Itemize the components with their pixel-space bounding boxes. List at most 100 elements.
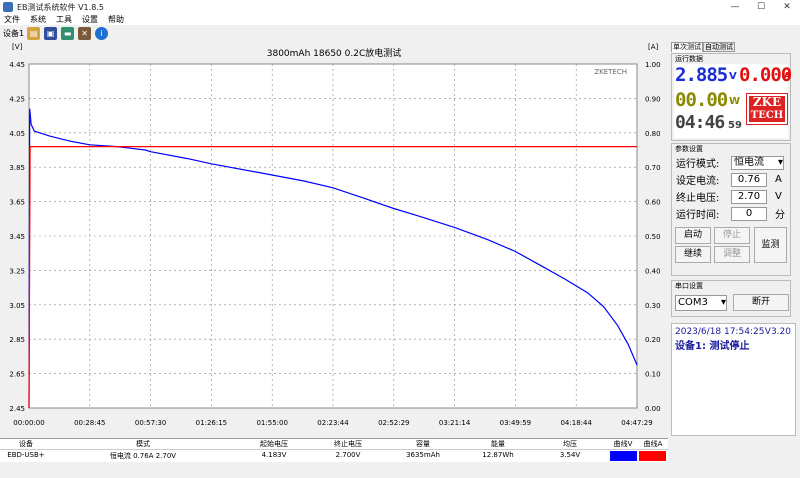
cutoff-input[interactable]: 2.70 xyxy=(731,189,767,204)
current-input[interactable]: 0.76 xyxy=(731,172,767,187)
horizontal-scrollbar[interactable] xyxy=(0,462,800,478)
x-tick-label: 02:52:29 xyxy=(378,419,409,427)
col-energy: 能量 xyxy=(491,440,505,448)
stop-button[interactable]: 停止 xyxy=(714,227,750,244)
voltage-value: 2.885 xyxy=(675,64,728,86)
params-title: 参数设置 xyxy=(675,145,703,153)
cutoff-label: 终止电压: xyxy=(676,193,720,204)
x-tick-label: 02:23:44 xyxy=(317,419,349,427)
logo-line2: TECH xyxy=(750,110,784,121)
elapsed-seconds: 59 xyxy=(728,120,742,131)
y-tick-label: 2.65 xyxy=(9,371,25,379)
current-label: 设定电流: xyxy=(676,176,720,187)
mode-select[interactable]: 恒电流 ▾ xyxy=(731,155,784,170)
curve-v-swatch[interactable] xyxy=(610,451,637,461)
y-tick-label: 2.45 xyxy=(9,405,25,413)
current-unit-label: A xyxy=(775,174,782,185)
port-select[interactable]: COM3 ▾ xyxy=(675,294,727,311)
cell-mode: 恒电流 0.76A 2.70V xyxy=(109,452,177,460)
control-buttons: 启动 停止 继续 调整 监测 xyxy=(672,227,790,267)
cutoff-row: 终止电压: 2.70 V xyxy=(672,188,790,205)
open-icon[interactable]: ▤ xyxy=(27,27,41,40)
menu-file[interactable]: 文件 xyxy=(4,14,20,25)
table-header: 设备 模式 起始电压 终止电压 容量 能量 均压 曲线V 曲线A xyxy=(0,439,668,450)
col-mode: 模式 xyxy=(136,440,150,448)
cell-capacity: 3635mAh xyxy=(406,451,440,459)
cell-start-voltage: 4.183V xyxy=(261,451,287,459)
cell-end-voltage: 2.700V xyxy=(335,451,361,459)
resume-button[interactable]: 继续 xyxy=(675,246,711,263)
y-tick-label: 3.25 xyxy=(9,267,25,275)
tab-auto-test[interactable]: 自动测试 xyxy=(703,42,735,52)
maximize-button[interactable]: ☐ xyxy=(748,0,774,14)
export-icon[interactable]: ▬ xyxy=(61,27,75,40)
runtime-title: 运行数据 xyxy=(675,55,703,63)
port-value: COM3 xyxy=(678,296,708,308)
y-right-tick-label: 0.20 xyxy=(645,336,661,344)
time-unit-label: 分 xyxy=(775,210,785,221)
cell-energy: 12.87Wh xyxy=(482,451,514,459)
x-tick-label: 00:57:30 xyxy=(135,419,166,427)
time-input[interactable]: 0 xyxy=(731,206,767,221)
menu-settings[interactable]: 设置 xyxy=(82,14,98,25)
chart-area: 3800mAh 18650 0.2C放电测试 [V] [A] ZKETECH 4… xyxy=(0,42,668,438)
current-row: 设定电流: 0.76 A xyxy=(672,171,790,188)
voltage-unit: V xyxy=(729,71,737,82)
y-tick-label: 3.05 xyxy=(9,302,25,310)
chevron-down-icon: ▾ xyxy=(720,296,726,308)
left-axis-unit: [V] xyxy=(12,43,23,51)
power-unit: W xyxy=(729,96,741,107)
menu-tools[interactable]: 工具 xyxy=(56,14,72,25)
y-right-tick-label: 1.00 xyxy=(645,61,661,69)
minimize-button[interactable]: — xyxy=(722,0,748,14)
chevron-down-icon: ▾ xyxy=(777,156,783,168)
y-right-tick-label: 0.10 xyxy=(645,371,661,379)
y-tick-label: 3.85 xyxy=(9,164,25,172)
table-row[interactable]: EBD-USB+ 恒电流 0.76A 2.70V 4.183V 2.700V 3… xyxy=(0,451,668,462)
discharge-chart: 3800mAh 18650 0.2C放电测试 [V] [A] ZKETECH 4… xyxy=(0,42,668,438)
x-tick-label: 03:21:14 xyxy=(439,419,471,427)
result-table: 设备 模式 起始电压 终止电压 容量 能量 均压 曲线V 曲线A EBD-USB… xyxy=(0,438,668,462)
mode-label: 运行模式: xyxy=(676,159,720,170)
menu-system[interactable]: 系统 xyxy=(30,14,46,25)
time-row: 运行时间: 0 分 xyxy=(672,205,790,222)
disconnect-button[interactable]: 断开 xyxy=(733,294,789,311)
serial-panel: 串口设置 COM3 ▾ 断开 xyxy=(671,280,791,317)
y-right-tick-label: 0.40 xyxy=(645,267,661,275)
status-datetime: 2023/6/18 17:54:25 xyxy=(675,327,765,337)
x-tick-label: 01:55:00 xyxy=(256,419,287,427)
y-tick-label: 4.45 xyxy=(9,61,25,69)
menu-help[interactable]: 帮助 xyxy=(108,14,124,25)
cell-device: EBD-USB+ xyxy=(7,451,45,459)
info-icon[interactable]: i xyxy=(95,27,109,40)
col-start-voltage: 起始电压 xyxy=(260,440,288,448)
right-axis-unit: [A] xyxy=(648,43,659,51)
cutoff-unit-label: V xyxy=(775,191,782,202)
y-tick-label: 2.85 xyxy=(9,336,25,344)
y-right-tick-label: 0.00 xyxy=(645,405,661,413)
y-tick-label: 4.05 xyxy=(9,130,25,138)
mode-tabs: 单次测试 自动测试 xyxy=(671,42,735,52)
tab-single-test[interactable]: 单次测试 xyxy=(671,42,703,52)
monitor-button[interactable]: 监测 xyxy=(754,227,787,263)
curve-a-swatch[interactable] xyxy=(639,451,666,461)
chart-title: 3800mAh 18650 0.2C放电测试 xyxy=(267,47,401,59)
app-icon xyxy=(3,2,13,12)
col-capacity: 容量 xyxy=(416,440,430,448)
col-device: 设备 xyxy=(19,440,33,448)
col-avg-voltage: 均压 xyxy=(563,440,577,448)
y-right-tick-label: 0.80 xyxy=(645,130,661,138)
y-right-tick-label: 0.70 xyxy=(645,164,661,172)
x-tick-label: 00:28:45 xyxy=(74,419,105,427)
device-label[interactable]: 设备1 xyxy=(3,28,24,39)
y-right-tick-label: 0.90 xyxy=(645,95,661,103)
time-label: 运行时间: xyxy=(676,210,720,221)
cell-avg-voltage: 3.54V xyxy=(559,451,581,459)
save-icon[interactable]: ▣ xyxy=(44,27,58,40)
start-button[interactable]: 启动 xyxy=(675,227,711,244)
y-right-tick-label: 0.60 xyxy=(645,199,661,207)
window-title: EB测试系统软件 V1.8.5 xyxy=(17,2,104,12)
adjust-button[interactable]: 调整 xyxy=(714,246,750,263)
close-button[interactable]: ✕ xyxy=(774,0,800,14)
tools-icon[interactable]: ✕ xyxy=(78,27,92,40)
